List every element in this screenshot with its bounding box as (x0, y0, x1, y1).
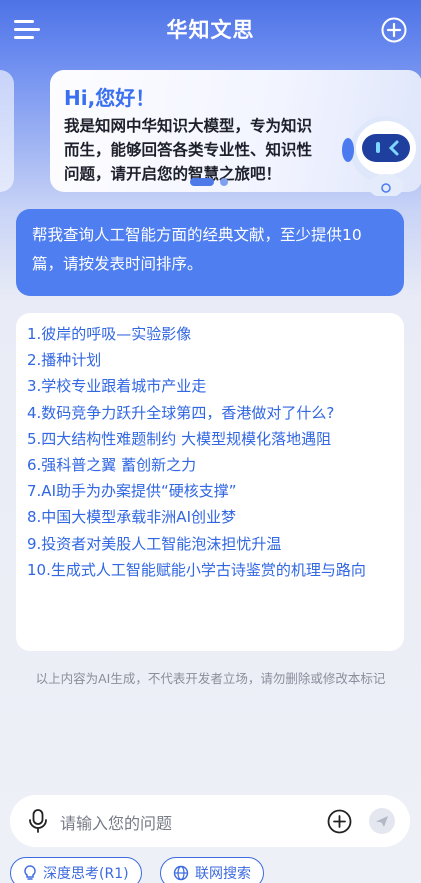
intro-line: 而生，能够回答各类专业性、知识性 (64, 141, 313, 159)
welcome-banner: Hi,您好！ 我是知网中华知识大模型，专为知识 而生，能够回答各类专业性、知识性… (50, 70, 421, 196)
answer-list-item[interactable]: 8.中国大模型承载非洲AI创业梦 (27, 508, 393, 534)
attach-plus-icon[interactable] (327, 809, 352, 834)
answer-list-item[interactable]: 6.强科普之翼 蓄创新之力 (27, 456, 393, 482)
top-bar: 华知文思 (0, 0, 421, 62)
intro-line: 我是知网中华知识大模型，专为知识 (64, 117, 313, 135)
deep-think-label: 深度思考(R1) (43, 866, 129, 882)
carousel-dots (190, 178, 228, 186)
carousel-dot[interactable] (220, 178, 228, 186)
answer-list-item[interactable]: 3.学校专业跟着城市产业走 (27, 377, 393, 403)
greeting-text: Hi,您好！ (64, 86, 156, 110)
deep-think-toggle[interactable]: 深度思考(R1) (10, 857, 142, 883)
answer-list-item[interactable]: 5.四大结构性难题制约 大模型规模化落地遇阻 (27, 430, 393, 456)
microphone-icon[interactable] (28, 809, 48, 833)
question-input[interactable]: 请输入您的问题 (60, 810, 172, 834)
web-search-toggle[interactable]: 联网搜索 (160, 857, 264, 883)
ai-disclaimer: 以上内容为AI生成，不代表开发者立场，请勿删除或修改本标记 (35, 671, 386, 686)
web-search-label: 联网搜索 (195, 866, 251, 882)
answer-list-item[interactable]: 10.生成式人工智能赋能小学古诗鉴赏的机理与路向 (27, 561, 393, 587)
answer-list-item[interactable]: 7.AI助手为办案提供“硬核支撑” (27, 482, 393, 508)
answer-list-item[interactable]: 4.数码竞争力跃升全球第四，香港做对了什么? (27, 404, 393, 430)
user-message-bubble: 帮我查询人工智能方面的经典文献，至少提供10 篇，请按发表时间排序。 (16, 209, 404, 296)
send-button[interactable] (369, 808, 395, 834)
new-chat-plus-icon[interactable] (381, 17, 407, 43)
user-message-line: 篇，请按发表时间排序。 (32, 255, 203, 273)
carousel-dot-active[interactable] (190, 178, 214, 186)
answer-list-item[interactable]: 1.彼岸的呼吸—实验影像 (27, 325, 393, 351)
robot-mascot-icon (342, 116, 421, 196)
ai-answer-card: 1.彼岸的呼吸—实验影像 2.播种计划 3.学校专业跟着城市产业走 4.数码竞争… (16, 313, 404, 651)
intro-text: 我是知网中华知识大模型，专为知识 而生，能够回答各类专业性、知识性 问题，请开启… (64, 114, 336, 186)
answer-list-item[interactable]: 2.播种计划 (27, 351, 393, 377)
send-icon (376, 816, 388, 827)
answer-list-item[interactable]: 9.投资者对美股人工智能泡沫担忧升温 (27, 535, 393, 561)
chat-input-bar: 请输入您的问题 (10, 795, 410, 847)
globe-icon (173, 865, 189, 881)
user-message-line: 帮我查询人工智能方面的经典文献，至少提供10 (32, 226, 362, 244)
lightbulb-icon (24, 865, 36, 880)
page-title: 华知文思 (166, 18, 255, 42)
app-screen: 华知文思 Hi,您好！ 我是知网中华知识大模型，专为知识 而生，能够回答各类专业… (0, 0, 421, 883)
previous-banner-card[interactable] (0, 70, 14, 192)
